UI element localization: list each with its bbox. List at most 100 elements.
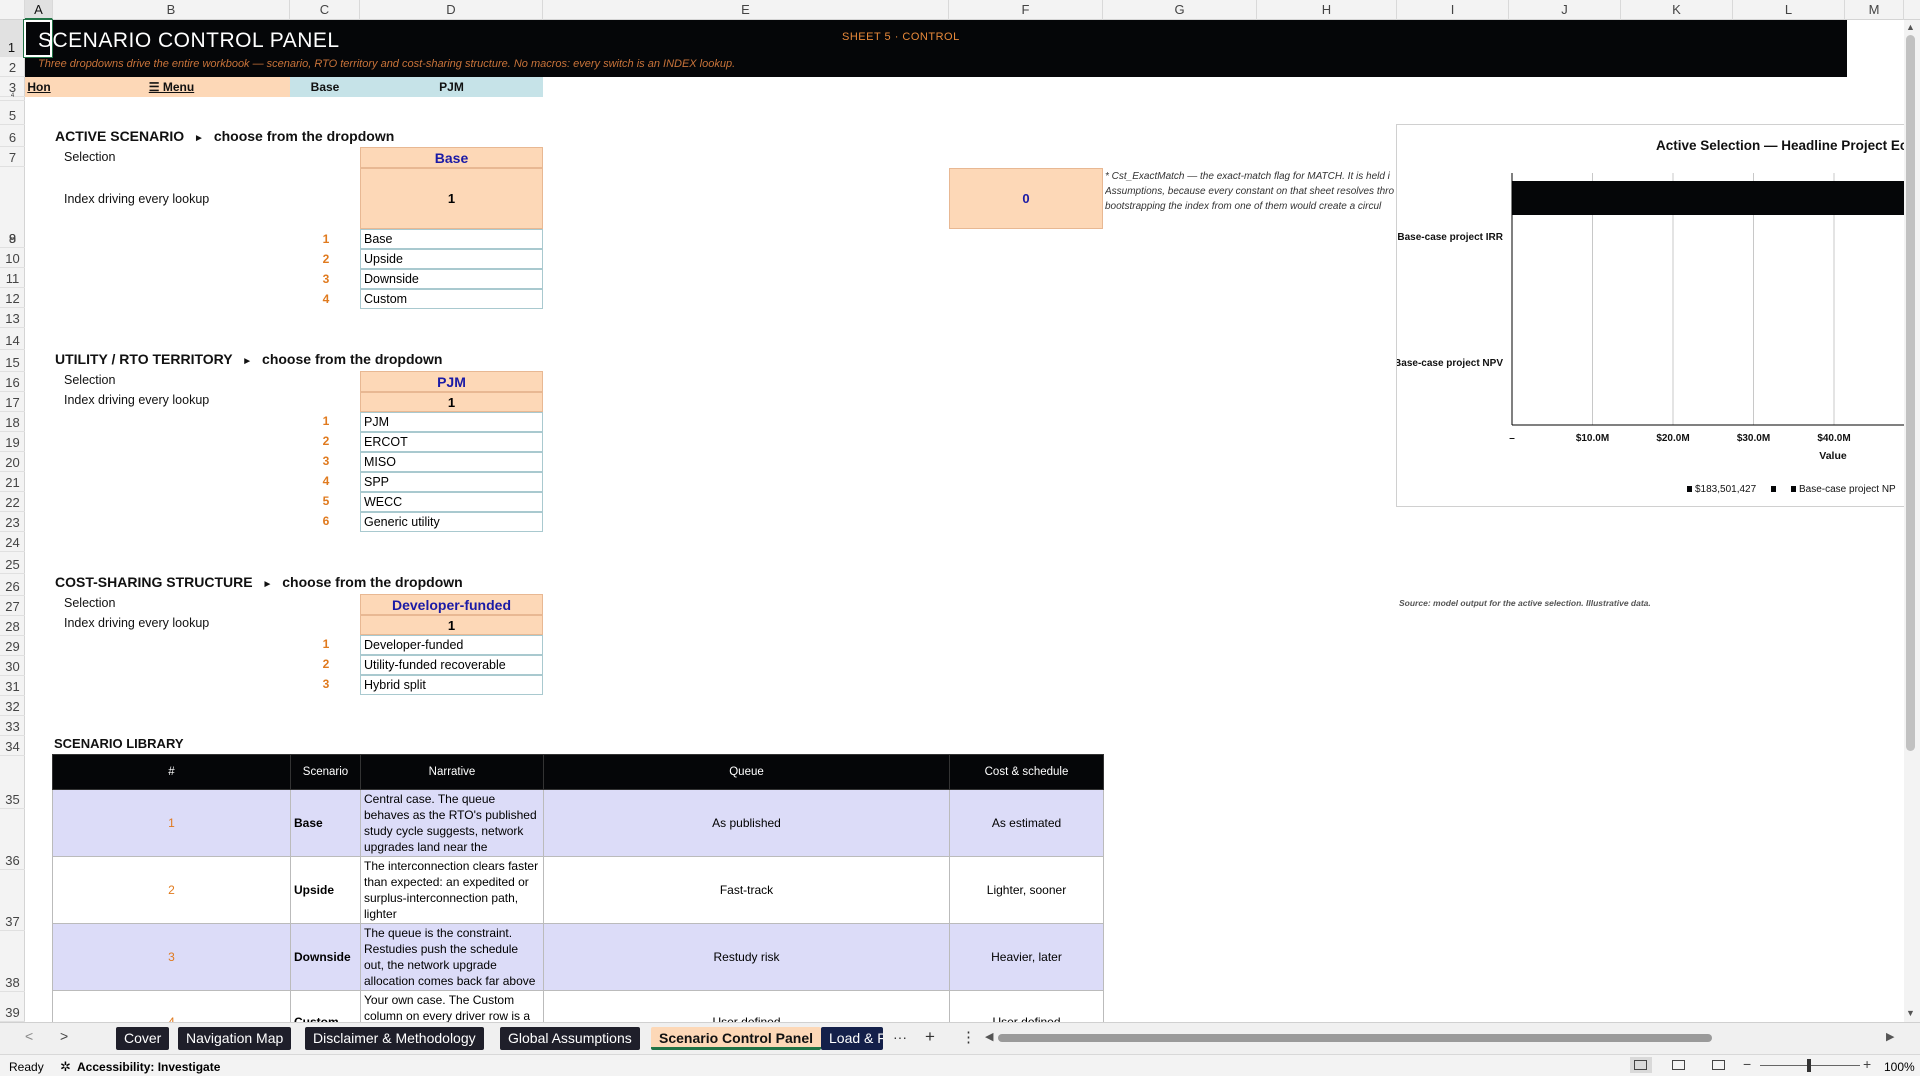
next-sheet-icon[interactable]: > [60,1028,68,1044]
column-header[interactable]: G [1103,0,1257,20]
zoom-in-icon[interactable]: + [1863,1056,1871,1072]
page-break-view-icon[interactable] [1712,1060,1725,1070]
column-header[interactable]: L [1733,0,1845,20]
add-sheet-icon[interactable]: + [925,1027,935,1047]
table-row: 1 Base Central case. The queue behaves a… [52,789,1104,857]
headline-economics-chart[interactable]: Active Selection — Headline Project Econ… [1396,124,1920,507]
row-header[interactable]: 24 [0,532,25,552]
select-all-corner[interactable] [0,0,25,20]
row-header[interactable]: 26 [0,574,25,596]
row-header[interactable]: 28 [0,616,25,636]
scenario-dropdown[interactable]: Base [360,147,543,168]
sheet-tab-disclaimer[interactable]: Disclaimer & Methodology [305,1027,484,1050]
option-number: 3 [322,454,330,468]
row-header[interactable]: 30 [0,656,25,676]
row-header[interactable]: 10 [0,248,25,268]
cost-sharing-index-value: 1 [360,615,543,635]
cost-sharing-dropdown[interactable]: Developer-funded [360,594,543,615]
scroll-left-icon[interactable]: ◀ [985,1030,993,1043]
zoom-level[interactable]: 100% [1884,1060,1915,1074]
row-header[interactable]: 9 [0,228,25,248]
accessibility-icon[interactable]: ✲ [60,1059,71,1075]
column-header[interactable]: C [290,0,360,20]
horizontal-scroll-thumb[interactable] [998,1034,1712,1042]
sheet-tab-cover[interactable]: Cover [116,1027,170,1050]
row-header[interactable]: 29 [0,636,25,656]
chart-bar[interactable] [1512,181,1920,215]
row-header[interactable]: 34 [0,736,25,756]
more-sheets-icon[interactable]: ··· [893,1029,907,1045]
cost-sharing-index-label: Index driving every lookup [64,616,210,630]
rto-dropdown[interactable]: PJM [360,371,543,392]
row-header[interactable]: 11 [0,268,25,288]
scenario-library-table: # Scenario Narrative Queue Cost & schedu… [52,754,1104,1054]
row-header[interactable]: 25 [0,552,25,574]
row-header[interactable]: 12 [0,288,25,308]
row-header[interactable]: 37 [0,870,25,931]
row-header[interactable]: 18 [0,412,25,432]
scenario-cost: Heavier, later [949,923,1104,991]
home-link[interactable]: Hon [25,77,53,97]
row-header[interactable]: 6 [0,125,25,147]
row-header[interactable]: 23 [0,512,25,532]
sheet-options-icon[interactable]: ⋮ [961,1028,976,1046]
scenario-section-heading: ACTIVE SCENARIO ► choose from the dropdo… [55,128,394,144]
x-axis-label: Value [1819,450,1847,462]
row-header[interactable]: 15 [0,350,25,372]
row-header[interactable]: 14 [0,328,25,350]
active-cell-cursor[interactable] [23,19,53,58]
row-header[interactable]: 5 [0,101,25,125]
sheet-tab-global-assumptions[interactable]: Global Assumptions [500,1027,640,1050]
menu-link[interactable]: ☰ Menu [53,77,290,97]
scenario-cost: Lighter, sooner [949,856,1104,924]
row-header[interactable]: 19 [0,432,25,452]
column-header[interactable]: D [360,0,543,20]
option-number: 5 [322,494,330,508]
scenario-name: Downside [290,923,361,991]
row-header[interactable]: 35 [0,756,25,809]
page-layout-view-icon[interactable] [1672,1060,1685,1070]
cost-sharing-selection-label: Selection [64,596,116,610]
row-header[interactable]: 32 [0,696,25,716]
row-header[interactable]: 38 [0,931,25,992]
row-header[interactable]: 27 [0,596,25,616]
zoom-slider-thumb[interactable] [1807,1059,1811,1072]
column-header[interactable]: K [1621,0,1733,20]
column-header[interactable]: E [543,0,949,20]
row-header[interactable]: 17 [0,392,25,412]
row-header[interactable]: 16 [0,372,25,392]
row-header[interactable]: 7 [0,147,25,167]
accessibility-status[interactable]: Accessibility: Investigate [77,1060,220,1074]
row-header[interactable]: 31 [0,676,25,696]
scroll-down-icon[interactable]: ▼ [1906,1008,1915,1018]
column-header[interactable]: M [1845,0,1904,20]
scenario-cost: As estimated [949,789,1104,857]
scenario-index-label: Index driving every lookup [64,192,210,206]
row-header[interactable]: 39 [0,992,25,1022]
scroll-right-icon[interactable]: ▶ [1886,1030,1894,1043]
column-header[interactable]: B [53,0,290,20]
sheet-tab-scenario-control-panel[interactable]: Scenario Control Panel [651,1027,822,1050]
scroll-up-icon[interactable]: ▲ [1906,22,1915,32]
sheet-tab-load[interactable]: Load & F [821,1027,883,1050]
legend-entry: Base-case project NP [1799,484,1896,495]
row-header[interactable]: 22 [0,492,25,512]
row-header[interactable]: 2 [0,57,25,77]
row-header[interactable]: 36 [0,809,25,870]
row-header[interactable]: 33 [0,716,25,736]
column-header[interactable]: J [1509,0,1621,20]
zoom-out-icon[interactable]: − [1743,1056,1751,1072]
column-header[interactable]: H [1257,0,1397,20]
column-header[interactable]: I [1397,0,1509,20]
legend-swatch [1771,486,1776,492]
row-header[interactable]: 21 [0,472,25,492]
prev-sheet-icon[interactable]: < [25,1028,33,1044]
row-header[interactable]: 1 [0,20,25,57]
vertical-scroll-thumb[interactable] [1906,35,1915,751]
column-header[interactable]: F [949,0,1103,20]
row-header[interactable]: 13 [0,308,25,328]
sheet-tab-navigation-map[interactable]: Navigation Map [178,1027,292,1050]
exact-match-value[interactable]: 0 [949,168,1103,229]
column-header[interactable]: A [25,0,53,20]
row-header[interactable]: 20 [0,452,25,472]
